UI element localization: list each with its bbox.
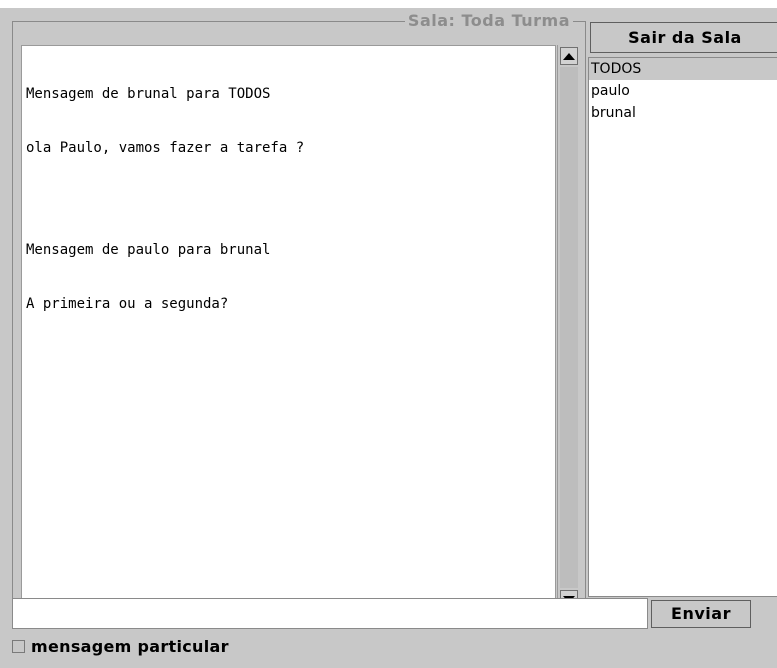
chat-window: Sala: Toda Turma Mensagem de brunal para…: [0, 8, 777, 668]
message-area[interactable]: Mensagem de brunal para TODOS ola Paulo,…: [21, 45, 556, 610]
message-spacer: [26, 193, 551, 205]
user-item-brunal[interactable]: brunal: [589, 102, 777, 124]
user-list[interactable]: TODOS paulo brunal: [588, 57, 777, 597]
scroll-track[interactable]: [560, 67, 578, 588]
send-button[interactable]: Enviar: [651, 600, 751, 628]
room-panel: Sala: Toda Turma Mensagem de brunal para…: [12, 12, 586, 610]
leave-room-button[interactable]: Sair da Sala: [590, 22, 777, 53]
message-line: Mensagem de paulo para brunal: [26, 242, 271, 258]
message-scrollbar[interactable]: [557, 45, 579, 610]
arrow-up-icon: [563, 52, 575, 60]
room-title: Sala: Toda Turma: [404, 12, 573, 30]
private-message-label: mensagem particular: [31, 636, 229, 656]
private-message-checkbox[interactable]: [12, 639, 25, 653]
scroll-up-button[interactable]: [560, 47, 578, 65]
message-input[interactable]: [12, 598, 648, 629]
message-line: ola Paulo, vamos fazer a tarefa ?: [26, 140, 305, 156]
message-line: A primeira ou a segunda?: [26, 296, 229, 312]
private-message-option[interactable]: mensagem particular: [12, 635, 229, 657]
user-item-paulo[interactable]: paulo: [589, 80, 777, 102]
message-line: Mensagem de brunal para TODOS: [26, 86, 271, 102]
user-item-todos[interactable]: TODOS: [589, 58, 777, 80]
